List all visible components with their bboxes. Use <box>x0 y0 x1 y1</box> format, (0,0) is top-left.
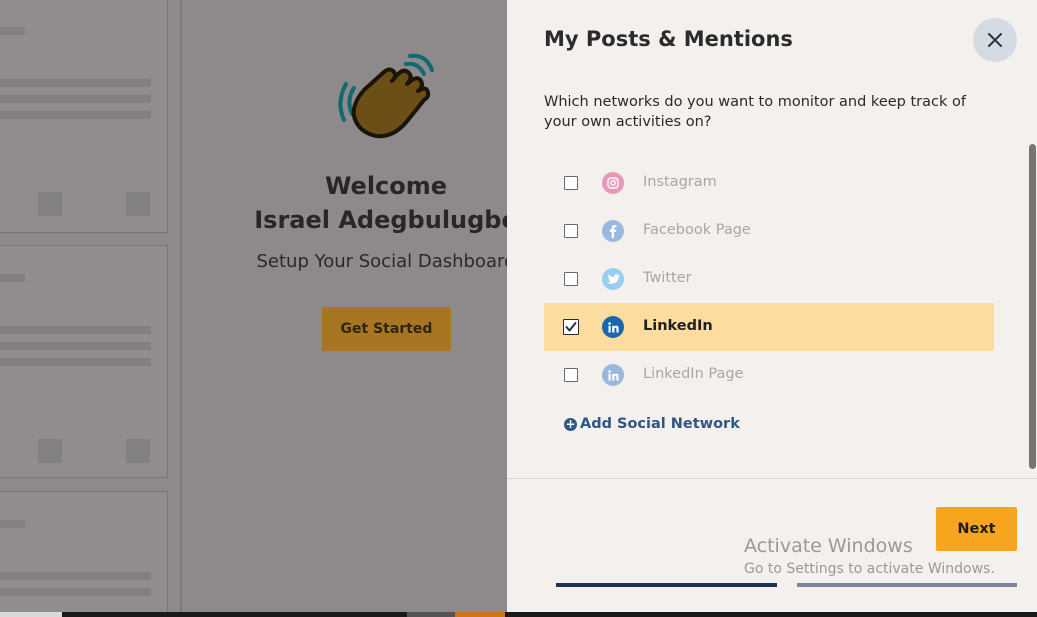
add-social-network-link[interactable]: + Add Social Network <box>564 416 740 432</box>
taskbar-segment <box>0 612 62 617</box>
placeholder-line <box>0 342 151 350</box>
linkedin-icon <box>602 364 624 386</box>
taskbar-segment <box>455 612 505 617</box>
network-row-facebook-page[interactable]: Facebook Page <box>544 207 994 255</box>
next-button[interactable]: Next <box>936 507 1017 551</box>
placeholder-square <box>38 192 62 216</box>
footer-divider <box>507 478 1037 479</box>
taskbar-segment <box>407 612 455 617</box>
network-row-linkedin[interactable]: LinkedIn <box>544 303 994 351</box>
linkedin-icon <box>602 316 624 338</box>
checkbox-linkedin-page[interactable] <box>564 368 578 382</box>
placeholder-line <box>0 572 151 580</box>
placeholder-line <box>0 274 25 282</box>
welcome-line: Welcome <box>324 172 448 200</box>
network-row-linkedin-page[interactable]: LinkedIn Page <box>544 351 994 399</box>
placeholder-line <box>0 27 25 35</box>
close-icon <box>988 33 1002 47</box>
network-label: Facebook Page <box>643 222 751 238</box>
placeholder-square <box>126 439 150 463</box>
twitter-icon <box>602 268 624 290</box>
get-started-button[interactable]: Get Started <box>322 307 451 351</box>
scrollbar-thumb[interactable] <box>1029 144 1036 469</box>
welcome-title: Welcome Israel Adegbulugbe <box>240 169 532 237</box>
background-card <box>0 491 168 617</box>
checkbox-instagram[interactable] <box>564 176 578 190</box>
taskbar-strip <box>0 612 1037 617</box>
network-row-twitter[interactable]: Twitter <box>544 255 994 303</box>
user-name: Israel Adegbulugbe <box>254 206 518 234</box>
networks-panel: My Posts & Mentions Which networks do yo… <box>507 0 1037 612</box>
progress-step-1 <box>556 583 777 587</box>
instagram-icon <box>602 172 624 194</box>
close-button[interactable] <box>973 18 1017 62</box>
panel-title: My Posts & Mentions <box>544 27 793 51</box>
network-list: Instagram Facebook Page Twitter LinkedIn… <box>544 159 994 399</box>
network-label: LinkedIn Page <box>643 366 744 382</box>
background-card <box>0 245 168 478</box>
network-label: Twitter <box>643 270 692 286</box>
facebook-icon <box>602 220 624 242</box>
panel-prompt: Which networks do you want to monitor an… <box>544 94 966 130</box>
placeholder-line <box>0 520 25 528</box>
checkbox-facebook-page[interactable] <box>564 224 578 238</box>
checkbox-twitter[interactable] <box>564 272 578 286</box>
waving-hand-icon <box>338 53 434 139</box>
background-card <box>0 0 168 233</box>
progress-step-2 <box>797 583 1017 587</box>
placeholder-line <box>0 358 151 366</box>
background-divider <box>180 0 182 612</box>
placeholder-line <box>0 111 151 119</box>
network-label: Instagram <box>643 174 717 190</box>
welcome-section: Welcome Israel Adegbulugbe Setup Your So… <box>240 50 532 351</box>
add-social-network-label: Add Social Network <box>580 416 740 432</box>
checkbox-linkedin[interactable] <box>563 319 579 335</box>
placeholder-line <box>0 79 151 87</box>
watermark-subtitle: Go to Settings to activate Windows. <box>744 561 995 577</box>
welcome-subtitle: Setup Your Social Dashboard <box>256 251 516 272</box>
placeholder-line <box>0 95 151 103</box>
placeholder-line <box>0 588 151 596</box>
placeholder-square <box>126 192 150 216</box>
placeholder-line <box>0 326 151 334</box>
checkmark-icon <box>565 322 577 332</box>
network-label: LinkedIn <box>643 318 713 334</box>
placeholder-square <box>38 439 62 463</box>
plus-circle-icon: + <box>564 416 577 431</box>
network-row-instagram[interactable]: Instagram <box>544 159 994 207</box>
